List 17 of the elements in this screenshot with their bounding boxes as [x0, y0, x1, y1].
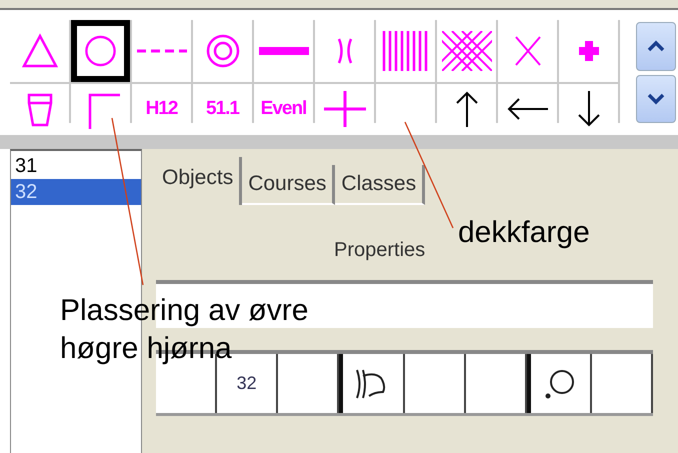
brackets-icon	[336, 37, 354, 65]
list-item[interactable]: 32	[11, 179, 141, 205]
symbol-cell[interactable]	[339, 354, 404, 413]
thick-line-icon	[258, 46, 308, 56]
annotation-text: dekkfarge	[458, 215, 590, 251]
scroll-down-button[interactable]	[636, 74, 676, 123]
list-item[interactable]: 31	[11, 153, 141, 179]
chevron-up-icon	[646, 40, 666, 52]
symbol-tool[interactable]	[71, 20, 130, 82]
tab[interactable]: Classes	[335, 165, 426, 205]
scroll-up-button[interactable]	[636, 22, 676, 70]
lattice-icon	[442, 31, 492, 71]
properties-label: Properties	[334, 239, 426, 262]
symbol-cell[interactable]	[526, 354, 592, 413]
tab[interactable]: Courses	[242, 165, 336, 205]
stripes-icon	[380, 31, 430, 71]
chevron-down-icon	[646, 92, 666, 105]
